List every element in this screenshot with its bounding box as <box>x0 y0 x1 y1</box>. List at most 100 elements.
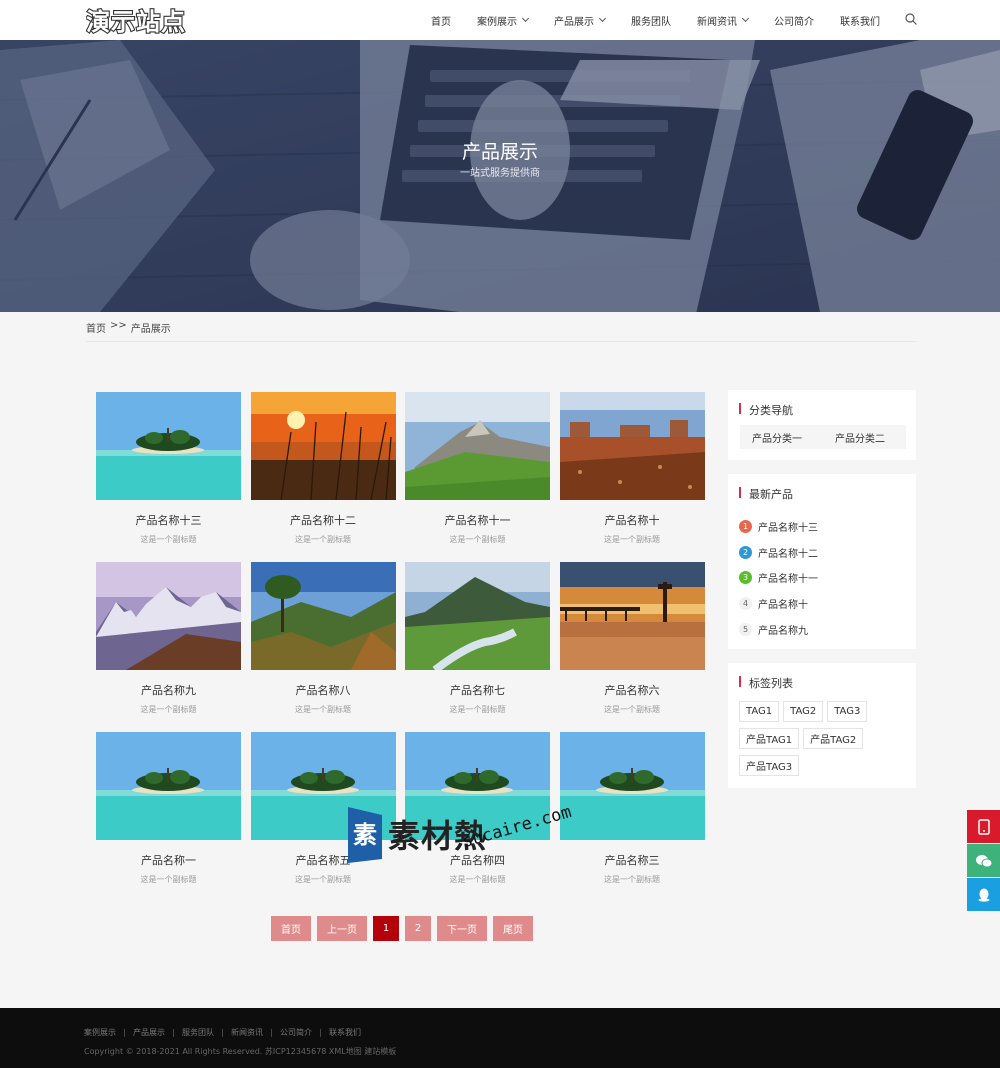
tag-item[interactable]: TAG2 <box>783 701 824 722</box>
site-logo[interactable]: 演示站点 <box>86 3 190 37</box>
product-thumbnail[interactable] <box>250 562 396 670</box>
product-card[interactable]: 产品名称八 这是一个副标题 <box>250 562 396 715</box>
product-title[interactable]: 产品名称十 <box>560 512 705 528</box>
product-subtitle: 这是一个副标题 <box>449 875 506 884</box>
pagination-first[interactable]: 首页 <box>271 916 311 941</box>
nav-item[interactable]: 产品展示 <box>554 13 607 28</box>
latest-product-item[interactable]: 2 产品名称十二 <box>739 540 818 566</box>
product-card[interactable]: 产品名称十这是一个副标题 <box>559 392 705 545</box>
footer-link[interactable]: 新闻资讯 <box>231 1027 263 1038</box>
chevron-down-icon <box>598 14 607 23</box>
phone-float-button[interactable] <box>967 810 1000 843</box>
product-card[interactable]: 产品名称六 这是一个副标题 <box>559 562 705 715</box>
search-icon[interactable] <box>905 13 917 25</box>
latest-product-label: 产品名称十一 <box>758 574 818 586</box>
tag-item[interactable]: 产品TAG2 <box>803 728 864 749</box>
product-card[interactable]: 产品名称九这是一个副标题 <box>96 562 241 715</box>
tag-item[interactable]: 产品TAG3 <box>739 755 800 776</box>
chevron-down-icon <box>741 14 750 23</box>
wechat-icon <box>975 854 992 867</box>
product-subtitle: 这是一个副标题 <box>604 535 660 544</box>
logo-text: 演示站点 <box>86 8 186 36</box>
copyright-text: Copyright © 2018-2021 All Rights Reserve… <box>84 1047 397 1056</box>
product-card[interactable]: 产品名称十一这是一个副标题 <box>405 392 550 545</box>
product-thumbnail[interactable] <box>96 732 241 840</box>
wechat-float-button[interactable] <box>967 844 1000 877</box>
product-title[interactable]: 产品名称六 <box>560 682 705 698</box>
nav-item[interactable]: 首页 <box>431 13 451 28</box>
product-title[interactable]: 产品名称七 <box>405 682 550 698</box>
pagination-last[interactable]: 尾页 <box>493 916 533 941</box>
category-widget: 分类导航 产品分类一 产品分类二 <box>728 390 916 460</box>
product-thumbnail[interactable] <box>405 562 550 670</box>
nav-item-label: 服务团队 <box>631 16 671 28</box>
latest-product-item[interactable]: 3 产品名称十一 <box>739 565 818 591</box>
product-subtitle: 这是一个副标题 <box>604 875 660 884</box>
product-title[interactable]: 产品名称八 <box>251 682 396 698</box>
latest-product-item[interactable]: 5 产品名称九 <box>739 616 818 642</box>
category-item[interactable]: 产品分类一 <box>740 430 823 445</box>
nav-item[interactable]: 案例展示 <box>477 13 530 28</box>
watermark-logo-mark: 素 <box>348 807 382 863</box>
pagination-page-1[interactable]: 1 <box>373 916 399 941</box>
product-title[interactable]: 产品名称十三 <box>96 512 241 528</box>
qq-float-button[interactable] <box>967 878 1000 911</box>
product-subtitle: 这是一个副标题 <box>449 535 506 544</box>
product-thumbnail[interactable] <box>96 392 241 500</box>
footer-separator <box>320 1028 321 1037</box>
product-card[interactable]: 产品名称十三 这是一个副标题 <box>96 392 241 545</box>
product-title[interactable]: 产品名称十二 <box>251 512 396 528</box>
nav-item[interactable]: 新闻资讯 <box>697 13 750 28</box>
tag-item[interactable]: 产品TAG1 <box>739 728 800 749</box>
latest-product-label: 产品名称十二 <box>758 548 818 560</box>
latest-product-item[interactable]: 1 产品名称十三 <box>739 514 818 540</box>
product-title[interactable]: 产品名称九 <box>96 682 241 698</box>
product-thumbnail[interactable] <box>559 392 705 500</box>
rank-badge: 1 <box>739 520 752 534</box>
mobile-phone-icon <box>977 818 990 835</box>
product-subtitle: 这是一个副标题 <box>140 705 197 714</box>
latest-product-label: 产品名称九 <box>758 625 808 637</box>
product-thumbnail[interactable] <box>96 562 241 670</box>
tags-widget-title: 标签列表 <box>739 675 793 691</box>
page-banner: 产品展示 一站式服务提供商 <box>0 40 1000 312</box>
latest-product-label: 产品名称十 <box>758 600 808 612</box>
latest-product-label: 产品名称十三 <box>758 523 818 535</box>
product-title[interactable]: 产品名称一 <box>96 852 241 868</box>
footer-link[interactable]: 公司简介 <box>280 1027 312 1038</box>
svg-text:素: 素 <box>353 821 377 849</box>
chevron-down-icon <box>521 14 530 23</box>
nav-item[interactable]: 公司简介 <box>774 13 814 28</box>
product-subtitle: 这是一个副标题 <box>295 535 351 544</box>
product-card[interactable]: 产品名称十二这是一个副标题 <box>250 392 396 545</box>
nav-item[interactable]: 联系我们 <box>840 13 880 28</box>
tag-item[interactable]: TAG3 <box>827 701 868 722</box>
product-card[interactable]: 产品名称一 这是一个副标题 <box>96 732 241 885</box>
product-thumbnail[interactable] <box>250 392 396 500</box>
product-title[interactable]: 产品名称十一 <box>405 512 550 528</box>
latest-products-list: 1 产品名称十三 2 产品名称十二 3 产品名称十一 4 产品名称十 5 产品名称九 <box>739 514 818 642</box>
nav-item-label: 联系我们 <box>840 16 880 28</box>
pagination-next[interactable]: 下一页 <box>437 916 487 941</box>
product-thumbnail[interactable] <box>405 392 550 500</box>
tag-item[interactable]: TAG1 <box>739 701 780 722</box>
footer-separator <box>222 1028 223 1037</box>
nav-item-label: 首页 <box>431 16 451 28</box>
product-thumbnail[interactable] <box>559 562 705 670</box>
rank-badge: 5 <box>739 622 752 636</box>
footer-link[interactable]: 服务团队 <box>182 1027 214 1038</box>
footer-link[interactable]: 联系我们 <box>329 1027 361 1038</box>
latest-product-item[interactable]: 4 产品名称十 <box>739 591 818 617</box>
nav-item[interactable]: 服务团队 <box>631 13 671 28</box>
pagination-prev[interactable]: 上一页 <box>317 916 367 941</box>
breadcrumb-home-link[interactable]: 首页 <box>86 320 106 335</box>
pagination-page-2[interactable]: 2 <box>405 916 431 941</box>
product-subtitle: 这是一个副标题 <box>295 875 351 884</box>
nav-item-label: 案例展示 <box>477 16 517 28</box>
breadcrumb-current[interactable]: 产品展示 <box>131 320 171 335</box>
category-item[interactable]: 产品分类二 <box>823 430 906 445</box>
product-card[interactable]: 产品名称七 这是一个副标题 <box>405 562 550 715</box>
pagination: 首页 上一页 1 2 下一页 尾页 <box>271 916 533 941</box>
footer-link[interactable]: 产品展示 <box>133 1027 165 1038</box>
footer-link[interactable]: 案例展示 <box>84 1027 116 1038</box>
